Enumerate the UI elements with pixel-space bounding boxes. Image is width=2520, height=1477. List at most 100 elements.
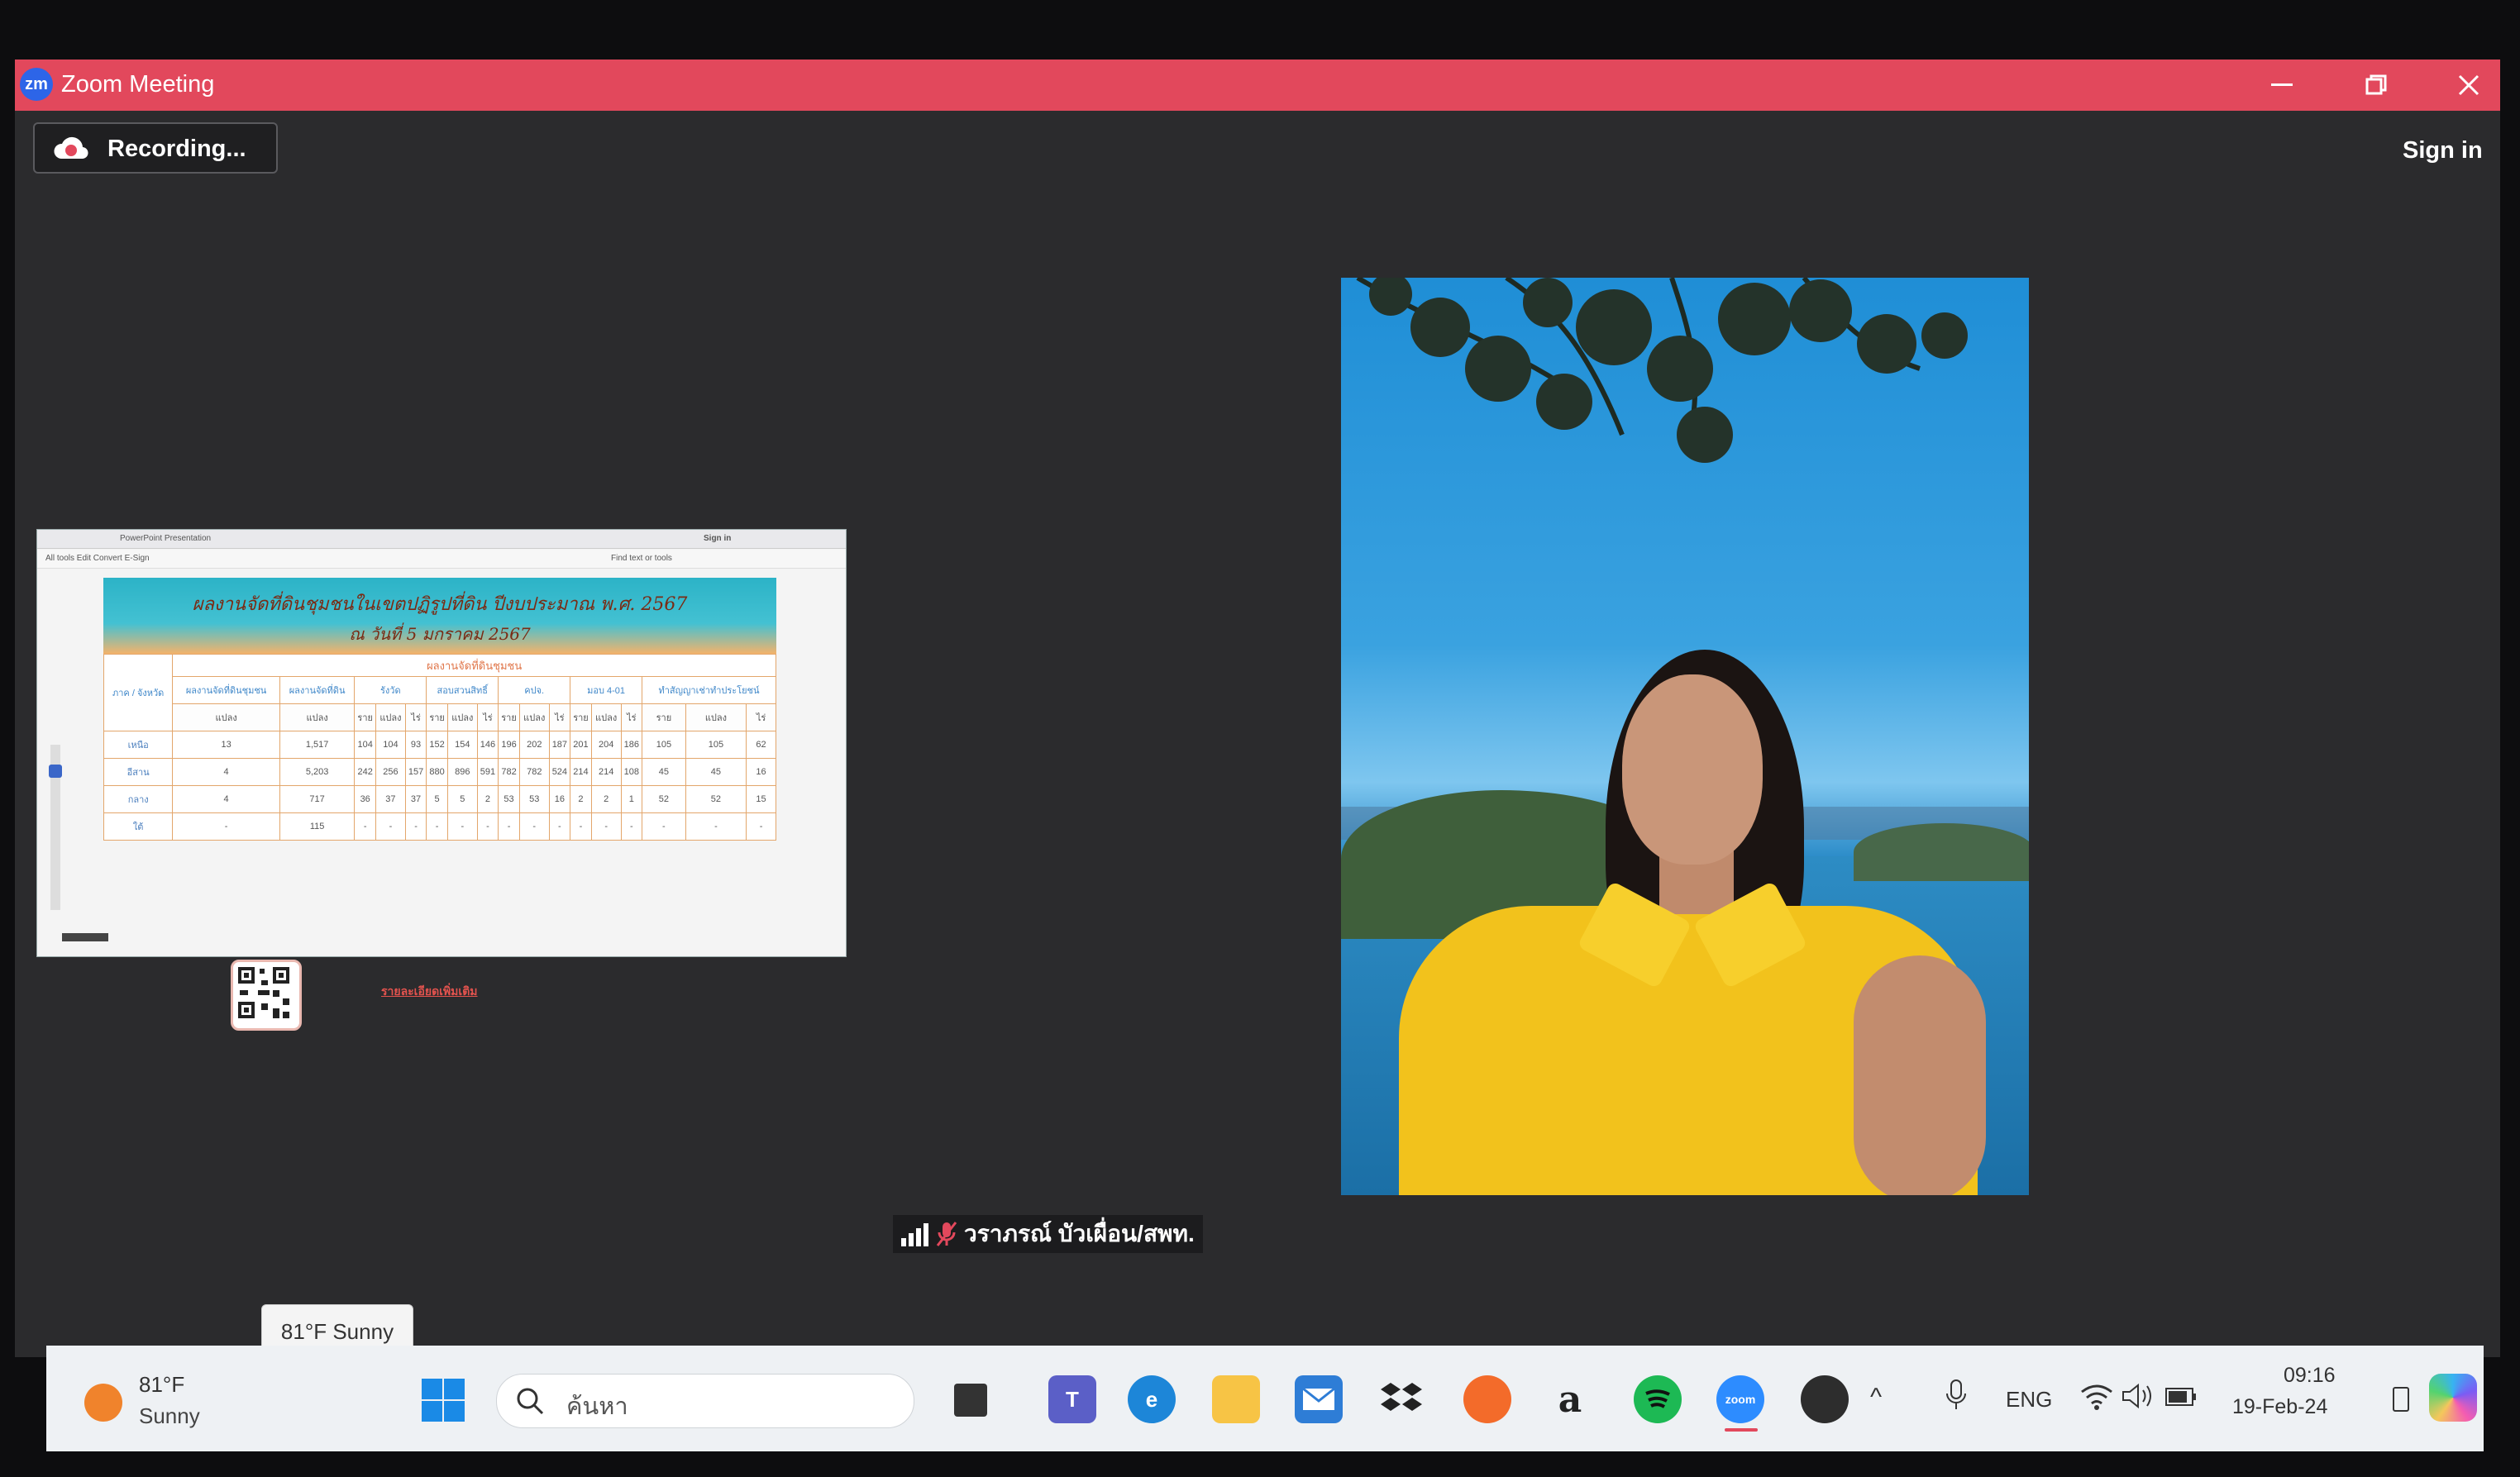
table-cell: 5 [446,785,478,813]
table-cell: - [446,812,478,841]
table-cell: - [642,812,686,841]
participant-video[interactable] [1341,278,2029,1195]
more-details-link[interactable]: รายละเอียดเพิ่มเติม [381,983,478,1001]
wifi-icon[interactable] [2080,1382,2113,1410]
shared-screen-thumbnail[interactable]: PowerPoint Presentation Sign in All tool… [36,529,847,1031]
recording-indicator[interactable]: Recording... [33,122,278,174]
table-cell: 115 [279,812,356,841]
edge-icon[interactable]: e [1128,1375,1176,1423]
qr-code-icon [238,967,289,1018]
firefox-icon[interactable] [1463,1375,1511,1423]
table-cell: 1 [620,785,643,813]
zoom-taskbar-icon[interactable]: zoom [1716,1375,1764,1423]
table-cell: 782 [498,758,520,786]
weather-temperature: 81°F [139,1372,185,1397]
volume-icon[interactable] [2121,1382,2155,1410]
table-cell: 16 [548,785,571,813]
table-cell: 717 [279,785,356,813]
file-explorer-icon[interactable] [1212,1375,1260,1423]
participant-name-tag: วราภรณ์ บัวเผื่อน/สพท. [893,1215,1203,1253]
weather-widget[interactable]: 81°F Sunny [84,1367,390,1437]
row-label: กลาง [103,785,174,813]
zoom-logo-icon: zm [20,68,53,101]
table-cell: - [570,812,592,841]
dropbox-icon[interactable] [1377,1375,1425,1423]
table-cell: - [590,812,622,841]
spotify-icon[interactable] [1634,1375,1682,1423]
minimize-button[interactable] [2259,64,2305,106]
zoom-window: zm Zoom Meeting Recording... Sign in Pow… [15,60,2500,1357]
minimize-icon [2271,83,2293,86]
table-header: ภาค / จังหวัด [103,654,174,731]
mail-icon[interactable] [1295,1375,1343,1423]
table-subheader-cell: ไร่ [746,703,776,731]
start-button[interactable] [420,1377,466,1423]
table-subheader-cell: แปลง [279,703,356,731]
envelope-icon [1302,1388,1335,1410]
notification-icon[interactable] [2393,1387,2409,1412]
clock-date[interactable]: 19-Feb-24 [2232,1395,2327,1419]
table-cell: - [354,812,377,841]
taskbar: 81°F Sunny ค้นหา T e a zoom ^ ENG 09:16 … [46,1346,2484,1451]
battery-icon[interactable] [2164,1384,2198,1408]
cloud-record-icon [54,136,88,160]
slide-title: ผลงานจัดที่ดินชุมชนในเขตปฏิรูปที่ดิน ปีง… [192,594,688,615]
obs-icon[interactable] [1801,1375,1849,1423]
chevron-up-icon[interactable]: ^ [1870,1384,1882,1412]
table-cell: 37 [375,785,406,813]
table-cell: - [498,812,520,841]
table-cell: 62 [746,731,776,759]
qr-code [231,960,302,1031]
zoom-active-indicator [1725,1428,1758,1432]
table-cell: 16 [746,758,776,786]
table-body: เหนือ 13 1,517 104 104 93 152 154 146 196 202 187 20… [103,731,776,841]
shared-pdf-toolbar: All tools Edit Convert E-Sign Find text … [37,550,846,569]
table-subheader-cell: แปลง [375,703,406,731]
table-subheader-cell: แปลง [446,703,478,731]
table-cell: 4 [172,785,280,813]
shared-sign-in: Sign in [704,534,732,543]
table-cell: - [172,812,280,841]
copilot-icon[interactable] [2429,1374,2477,1422]
table-cell: 52 [642,785,686,813]
table-cell: 104 [354,731,377,759]
table-cell: 104 [375,731,406,759]
table-subheader-cell: ราย [426,703,448,731]
row-label: ใต้ [103,812,174,841]
amazon-icon[interactable]: a [1546,1375,1594,1423]
windows-logo-icon [422,1379,465,1422]
language-indicator[interactable]: ENG [2006,1387,2052,1413]
table-cell: 214 [570,758,592,786]
clock-time[interactable]: 09:16 [2284,1364,2336,1388]
table-cell: - [375,812,406,841]
results-table: ภาค / จังหวัด ผลงานจัดที่ดินชุมชน ผลงานจ… [103,654,776,841]
table-cell: 93 [404,731,427,759]
table-cell: 214 [590,758,622,786]
taskbar-search[interactable]: ค้นหา [496,1374,914,1428]
table-cell: 5 [426,785,448,813]
close-button[interactable] [2446,64,2492,106]
table-cell: 2 [570,785,592,813]
shared-right-toolbar [826,579,838,935]
search-input[interactable]: ค้นหา [566,1387,628,1425]
restore-button[interactable] [2353,64,2399,106]
table-cell: - [620,812,643,841]
microphone-icon[interactable] [1945,1379,1968,1415]
table-subheader-cell: ราย [498,703,520,731]
table-cell: 13 [172,731,280,759]
table-cell: - [518,812,550,841]
table-header: รังวัด [354,676,427,704]
teams-icon[interactable]: T [1048,1375,1096,1423]
sign-in-link[interactable]: Sign in [2403,137,2483,164]
table-cell: 146 [476,731,499,759]
task-view-icon[interactable] [954,1384,987,1417]
table-cell: 108 [620,758,643,786]
table-cell: 53 [518,785,550,813]
table-subheader-cell: ราย [570,703,592,731]
table-header: คปจ. [498,676,571,704]
table-cell: - [685,812,747,841]
table-subheader-cell: ราย [354,703,377,731]
shared-cursor-tool-icon [49,765,62,778]
weather-condition: Sunny [139,1403,200,1428]
table-cell: 53 [498,785,520,813]
